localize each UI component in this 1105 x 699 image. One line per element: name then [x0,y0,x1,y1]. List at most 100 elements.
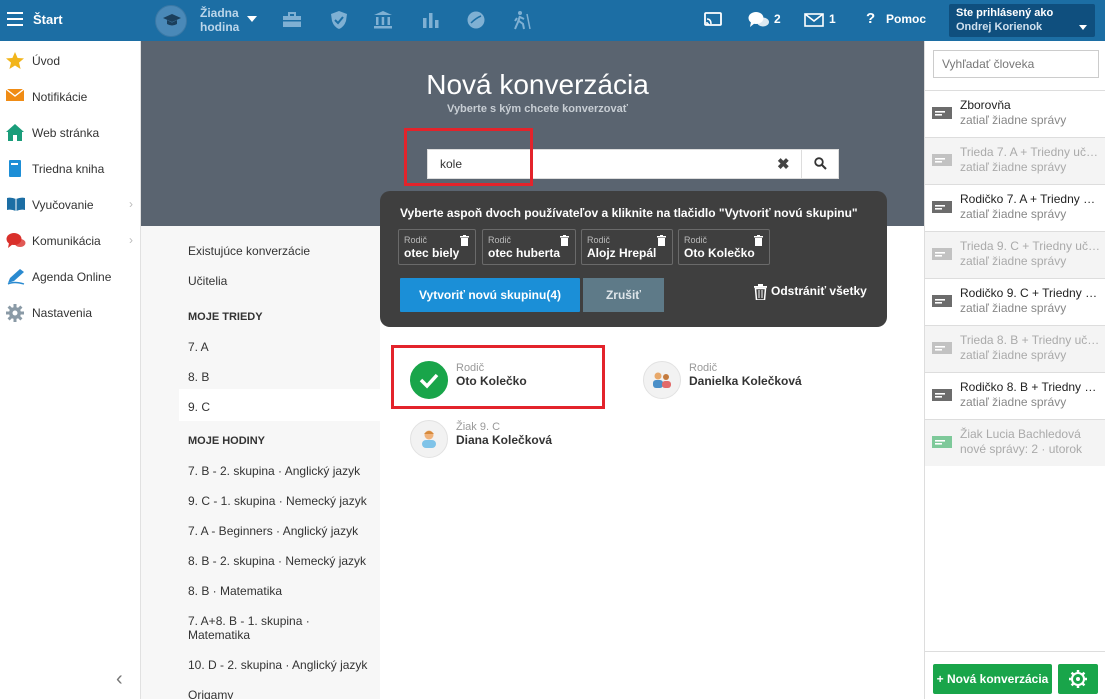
nav-item-nastavenia[interactable]: Nastavenia [0,294,141,330]
my-lessons-header: MOJE HODINY [188,435,266,447]
conversation-item[interactable]: Zborovňa zatiaľ žiadne správy [925,90,1105,137]
conversation-title: Trieda 7. A + Triedny učiteľ [960,145,1100,159]
help-link[interactable]: Pomoc [886,12,926,26]
messages-count[interactable]: 2 [774,12,781,26]
selection-popup: Vyberte aspoň dvoch používateľov a klikn… [380,191,887,327]
top-bar: Štart Žiadna hodina 2 1 ? Pomoc Ste prih… [0,0,1105,41]
ball-icon[interactable] [466,10,486,30]
lesson-item[interactable]: 8. B · Matematika [188,584,282,598]
search-icon [814,157,827,170]
lesson-item[interactable]: 7. B - 2. skupina · Anglický jazyk [188,464,360,478]
shield-icon[interactable] [329,10,349,30]
trash-icon[interactable] [460,235,469,246]
nav-item-vyucovanie[interactable]: Vyučovanie › [0,186,141,222]
people-search-input[interactable] [933,50,1099,78]
nav-label: Komunikácia [32,234,101,248]
lesson-item[interactable]: Origamy [188,688,233,699]
nav-label: Nastavenia [32,306,93,320]
conversation-title: Žiak Lucia Bachledová [960,427,1081,441]
bar-chart-icon[interactable] [421,10,441,30]
lesson-item[interactable]: 9. C - 1. skupina · Nemecký jazyk [188,494,367,508]
filter-teachers[interactable]: Učitelia [188,274,227,288]
left-nav: Úvod Notifikácie Web stránka Triedna kni… [0,41,141,699]
conversation-status: nové správy: 2 · utorok [960,442,1083,456]
person-role: Rodič [689,362,718,374]
lesson-item[interactable]: 7. A+8. B - 1. skupina · [188,614,310,628]
my-classes-header: MOJE TRIEDY [188,311,263,323]
nav-label: Úvod [32,54,61,68]
remove-all-label: Odstrániť všetky [771,284,867,298]
conversation-status: zatiaľ žiadne správy [960,395,1067,409]
conversation-item[interactable]: Trieda 7. A + Triedny učiteľ zatiaľ žiadn… [925,137,1105,184]
pencil-icon [6,268,25,285]
conversation-status: zatiaľ žiadne správy [960,254,1067,268]
conversation-item[interactable]: Žiak Lucia Bachledová nové správy: 2 · ut… [925,419,1105,466]
conversation-item[interactable]: Rodičko 7. A + Triedny učiteľ zatiaľ žiad… [925,184,1105,231]
nav-label: Vyučovanie [32,198,94,212]
conversation-icon [932,105,952,121]
new-conversation-button[interactable]: + Nová konverzácia [933,664,1052,694]
collapse-left-icon[interactable]: ‹ [116,668,123,691]
lesson-item[interactable]: 8. B - 2. skupina · Nemecký jazyk [188,554,366,568]
lesson-item[interactable]: 10. D - 2. skupina · Anglický jazyk [188,658,367,672]
conversation-status: zatiaľ žiadne správy [960,348,1067,362]
conversations-panel: Zborovňazatiaľ žiadne správyTrieda 7. A … [924,41,1105,699]
nav-item-uvod[interactable]: Úvod [0,42,141,78]
nav-item-web[interactable]: Web stránka [0,114,141,150]
conversation-item[interactable]: Rodičko 9. C + Triedny učiteľ zatiaľ žiad… [925,278,1105,325]
chevron-right-icon: › [129,197,133,211]
hiking-icon[interactable] [511,10,531,30]
lesson-selector[interactable]: Žiadna hodina [200,6,239,34]
question-icon[interactable]: ? [866,10,875,27]
person-name: Diana Kolečková [456,433,553,447]
class-item[interactable]: 8. B [188,370,209,384]
chevron-down-icon [1079,25,1087,30]
trash-icon[interactable] [754,235,763,246]
person-name: Danielka Kolečková [689,374,802,388]
lesson-item-continued[interactable]: Matematika [188,628,250,642]
create-group-button[interactable]: Vytvoriť novú skupinu(4) [400,278,580,312]
cast-icon[interactable] [703,10,723,30]
conversation-status: zatiaľ žiadne správy [960,301,1067,315]
trash-icon[interactable] [560,235,569,246]
selected-chip: Rodič otec huberta [482,229,576,265]
briefcase-icon[interactable] [282,10,302,30]
search-button[interactable] [801,150,839,178]
clear-icon[interactable]: ✖ [777,155,790,173]
home-link[interactable]: Štart [33,12,63,27]
trash-icon[interactable] [657,235,666,246]
nav-item-komunikacia[interactable]: Komunikácia › [0,222,141,258]
settings-button[interactable] [1058,664,1098,694]
nav-item-notifikacie[interactable]: Notifikácie [0,78,141,114]
lesson-item[interactable]: 7. A - Beginners · Anglický jazyk [188,524,358,538]
conversation-title: Trieda 9. C + Triedny učiteľ [960,239,1100,253]
parent-avatar-icon [643,361,681,399]
chip-role: Rodič [488,235,512,245]
trash-icon [754,284,767,300]
class-item[interactable]: 7. A [188,340,209,354]
envelope-icon[interactable] [804,12,824,32]
filter-existing[interactable]: Existujúce konverzácie [188,244,310,258]
lesson-line1: Žiadna [200,6,239,20]
conversation-item[interactable]: Trieda 8. B + Triedny učiteľ zatiaľ žiadn… [925,325,1105,372]
mail-count[interactable]: 1 [829,12,836,26]
conversation-status: zatiaľ žiadne správy [960,160,1067,174]
remove-all-button[interactable]: Odstrániť všetky [754,284,867,300]
home-icon [6,124,24,141]
chat-icon[interactable] [748,10,769,30]
nav-item-agenda[interactable]: Agenda Online [0,258,141,294]
class-item-active[interactable]: 9. C [188,400,210,414]
cancel-button[interactable]: Zrušiť [583,278,664,312]
conversation-item[interactable]: Rodičko 8. B + Triedny učiteľ zatiaľ žiad… [925,372,1105,419]
chip-role: Rodič [587,235,611,245]
nav-item-triedna-kniha[interactable]: Triedna kniha [0,150,141,186]
star-icon [6,52,24,69]
graduation-cap-icon[interactable] [155,5,187,37]
open-book-icon [6,196,25,212]
chip-name: otec huberta [488,246,561,260]
chevron-down-icon[interactable] [247,16,257,22]
menu-icon[interactable] [7,12,23,26]
bank-icon[interactable] [373,10,393,30]
user-menu[interactable]: Ste prihlásený ako Ondrej Korienok [949,4,1095,37]
conversation-item[interactable]: Trieda 9. C + Triedny učiteľ zatiaľ žiadn… [925,231,1105,278]
